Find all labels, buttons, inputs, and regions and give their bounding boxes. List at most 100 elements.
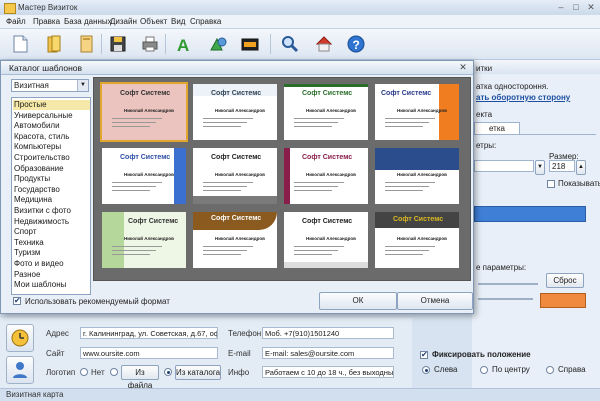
template-text-line <box>385 182 435 183</box>
template-card[interactable]: Софт Системс Николай Александров <box>193 84 277 140</box>
template-card[interactable]: Софт Системс Николай Александров <box>102 148 186 204</box>
category-item[interactable]: Государство <box>13 185 90 195</box>
shapes-icon[interactable] <box>208 34 228 54</box>
template-text-line <box>112 186 156 187</box>
template-card[interactable]: Софт Системс Николай Александров <box>375 148 459 204</box>
use-recommended-checkbox[interactable] <box>13 296 21 305</box>
logo-from-catalog-button[interactable]: Из каталога <box>175 365 221 380</box>
template-card[interactable]: Софт Системс Николай Александров <box>193 212 277 268</box>
slider-track-2[interactable] <box>478 298 533 300</box>
print-icon[interactable] <box>140 34 160 54</box>
slider-track[interactable] <box>478 283 538 285</box>
chevron-down-icon[interactable]: ▼ <box>77 80 88 91</box>
email-field[interactable]: E-mail: sales@oursite.com <box>262 347 394 359</box>
open-icon[interactable] <box>44 34 64 54</box>
logo-from-file-button[interactable]: Из файла <box>121 365 159 390</box>
site-field[interactable]: www.oursite.com <box>80 347 218 359</box>
font-select[interactable] <box>474 160 534 172</box>
maximize-button[interactable]: □ <box>570 2 582 12</box>
card-type-value: Визитная <box>14 81 49 90</box>
card-type-select[interactable]: Визитная ▼ <box>11 79 89 92</box>
template-title: Софт Системс <box>302 90 353 97</box>
template-card[interactable]: Софт Системс Николай Александров <box>102 212 186 268</box>
image-icon[interactable] <box>240 34 260 54</box>
info-field[interactable]: Работаем с 10 до 18 ч., без выходных <box>262 366 394 378</box>
category-item[interactable]: Мои шаблоны <box>13 280 90 290</box>
category-item[interactable]: Простые <box>13 100 90 110</box>
template-text-line <box>294 250 338 251</box>
category-item[interactable]: Автомобили <box>13 121 90 131</box>
template-card[interactable]: Софт Системс Николай Александров <box>375 212 459 268</box>
close-window-button[interactable]: ✕ <box>585 2 597 12</box>
menu-design[interactable]: Дизайн <box>110 17 137 26</box>
align-left-radio[interactable] <box>422 366 430 374</box>
minimize-button[interactable]: – <box>555 2 567 12</box>
color-bar[interactable] <box>474 206 586 222</box>
category-item[interactable]: Красота, стиль <box>13 132 90 142</box>
template-text-line <box>385 250 429 251</box>
category-item[interactable]: Универсальные <box>13 111 90 121</box>
category-item[interactable]: Медицина <box>13 195 90 205</box>
clock-icon[interactable] <box>6 324 34 352</box>
category-item[interactable]: Компьютеры <box>13 142 90 152</box>
dialog-close-button[interactable]: ✕ <box>457 62 469 72</box>
category-item[interactable]: Техника <box>13 238 90 248</box>
align-center-radio[interactable] <box>480 366 488 374</box>
logo-file-radio[interactable] <box>110 368 118 376</box>
extra-params-label: е параметры: <box>476 263 527 272</box>
color-swatch[interactable] <box>540 293 586 308</box>
category-item[interactable]: Разное <box>13 270 90 280</box>
zoom-icon[interactable] <box>280 34 300 54</box>
logo-none-radio[interactable] <box>80 368 88 376</box>
template-accent <box>174 148 186 204</box>
align-right-radio[interactable] <box>546 366 554 374</box>
home-icon[interactable] <box>314 34 334 54</box>
text-icon[interactable]: A <box>174 34 194 55</box>
category-item[interactable]: Образование <box>13 164 90 174</box>
template-card[interactable]: Софт Системс Николай Александров <box>100 82 188 142</box>
template-card[interactable]: Софт Системс Николай Александров <box>375 84 459 140</box>
template-card[interactable]: Софт Системс Николай Александров <box>284 148 368 204</box>
dialog-title-bar: Каталог шаблонов <box>1 61 473 75</box>
save-icon[interactable] <box>108 34 128 54</box>
template-title: Софт Системс <box>211 215 262 222</box>
menu-edit[interactable]: Правка <box>33 17 60 26</box>
template-card[interactable]: Софт Системс Николай Александров <box>284 84 368 140</box>
phone2-field[interactable]: Моб. +7(910)1501240 <box>262 327 394 339</box>
help-icon[interactable]: ? <box>346 34 366 54</box>
category-item[interactable]: Недвижимость <box>13 217 90 227</box>
category-item[interactable]: Спорт <box>13 227 90 237</box>
align-left-label: Слева <box>434 365 458 374</box>
add-back-side-link[interactable]: ать оборотную сторону <box>476 93 570 102</box>
template-text-line <box>203 250 247 251</box>
menu-database[interactable]: База данных <box>64 17 112 26</box>
category-item[interactable]: Продукты <box>13 174 90 184</box>
cancel-button[interactable]: Отмена <box>397 292 473 310</box>
logo-catalog-radio[interactable] <box>164 368 172 376</box>
template-title: Софт Системс <box>302 218 353 225</box>
menu-object[interactable]: Объект <box>140 17 167 26</box>
new-icon[interactable] <box>10 34 30 54</box>
template-card[interactable]: Софт Системс Николай Александров <box>284 212 368 268</box>
category-item[interactable]: Фото и видео <box>13 259 90 269</box>
menu-help[interactable]: Справка <box>190 17 221 26</box>
menu-file[interactable]: Файл <box>6 17 26 26</box>
reset-button[interactable]: Сброс <box>546 273 584 288</box>
person-icon[interactable] <box>6 356 34 384</box>
category-list[interactable]: Простые Универсальные Автомобили Красота, с… <box>11 97 91 295</box>
ok-button[interactable]: ОК <box>319 292 397 310</box>
address-field[interactable]: г. Калининград, ул. Советская, д.67, оф.… <box>80 327 218 339</box>
template-icon[interactable] <box>76 34 96 54</box>
show-shadow-checkbox[interactable] <box>547 180 555 188</box>
category-item[interactable]: Строительство <box>13 153 90 163</box>
size-spinner[interactable]: ▲ <box>576 160 586 175</box>
menu-view[interactable]: Вид <box>171 17 185 26</box>
category-item[interactable]: Визитки с фото <box>13 206 90 216</box>
category-item[interactable]: Туризм <box>13 248 90 258</box>
size-input[interactable]: 218 <box>549 160 575 172</box>
template-card[interactable]: Софт Системс Николай Александров <box>193 148 277 204</box>
fix-position-checkbox[interactable] <box>420 350 428 359</box>
template-name: Николай Александров <box>124 172 174 177</box>
template-text-line <box>112 250 156 251</box>
font-select-arrow[interactable]: ▼ <box>535 160 545 175</box>
